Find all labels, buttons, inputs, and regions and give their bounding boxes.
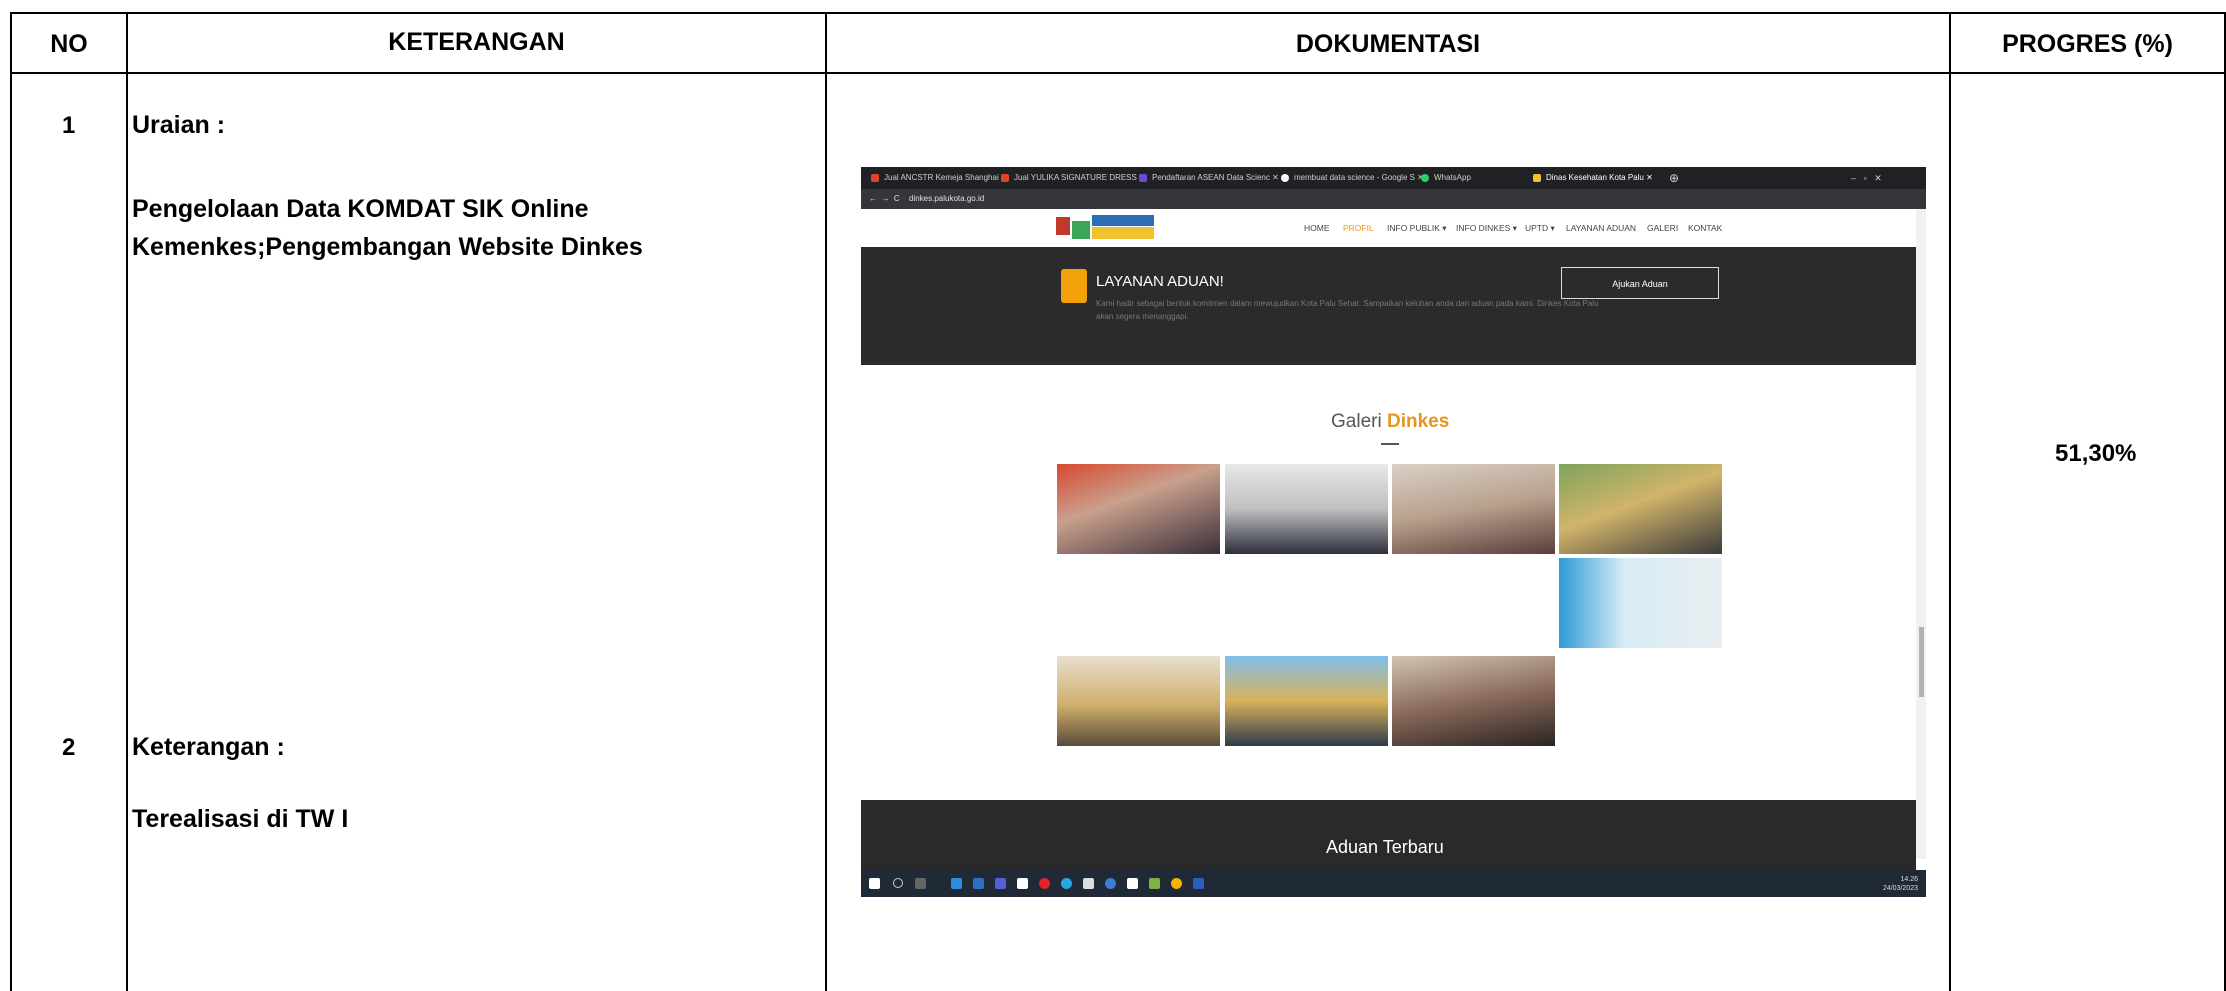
aduan-terbaru-section xyxy=(861,800,1916,872)
header-no: NO xyxy=(50,30,88,58)
header-progres: PROGRES (%) xyxy=(2002,30,2173,58)
nav-galeri[interactable]: GALERI xyxy=(1647,223,1678,233)
window-controls-icon[interactable]: – ▫ ✕ xyxy=(1851,170,1882,186)
nav-info-dinkes[interactable]: INFO DINKES ▾ xyxy=(1456,223,1517,234)
page-scrollbar[interactable] xyxy=(1916,209,1926,859)
nav-arrows-icon[interactable]: ← → C xyxy=(869,192,900,206)
table-border-top xyxy=(10,12,2226,14)
gallery-divider xyxy=(1381,443,1399,445)
binoculars-icon xyxy=(1061,269,1087,303)
gallery-photo[interactable] xyxy=(1392,656,1555,746)
banner-title: LAYANAN ADUAN! xyxy=(1096,273,1224,290)
store-icon[interactable] xyxy=(973,878,984,889)
header-divider xyxy=(10,72,2226,74)
site-navbar: HOME PROFIL INFO PUBLIK ▾ INFO DINKES ▾ … xyxy=(861,209,1926,248)
nav-info-publik[interactable]: INFO PUBLIK ▾ xyxy=(1387,223,1447,234)
browser-tab-bar: Jual ANCSTR Kemeja Shanghai ✕ Jual YULIK… xyxy=(861,167,1926,189)
row-number-1: 1 xyxy=(62,112,76,139)
page-icon xyxy=(1139,173,1147,182)
edge-icon[interactable] xyxy=(951,878,962,889)
whatsapp-icon xyxy=(1421,173,1429,182)
header-keterangan: KETERANGAN xyxy=(388,28,565,56)
progress-value: 51,30% xyxy=(2055,440,2137,467)
opera-icon[interactable] xyxy=(1039,878,1050,889)
calculator-icon[interactable] xyxy=(1083,878,1094,889)
browser-tab-active[interactable]: Dinas Kesehatan Kota Palu ✕ xyxy=(1533,170,1653,186)
bag-icon[interactable] xyxy=(1017,878,1028,889)
dinkes-logo xyxy=(1056,215,1154,239)
gallery-title: Galeri Dinkes xyxy=(1331,411,1450,432)
gallery-photo[interactable] xyxy=(1392,464,1555,554)
browser-tab[interactable]: WhatsApp xyxy=(1421,170,1471,186)
browser-tab[interactable]: Jual ANCSTR Kemeja Shanghai ✕ xyxy=(871,170,1008,186)
site-icon xyxy=(1533,173,1541,182)
address-bar[interactable]: ← → C dinkes.palukota.go.id xyxy=(861,189,1926,209)
word-icon[interactable] xyxy=(1193,878,1204,889)
nav-uptd[interactable]: UPTD ▾ xyxy=(1525,223,1555,234)
telegram-icon[interactable] xyxy=(1061,878,1072,889)
start-icon[interactable] xyxy=(869,878,880,889)
camera-icon[interactable] xyxy=(1127,878,1138,889)
uraian-label: Uraian : xyxy=(132,111,226,139)
gallery-photo[interactable] xyxy=(1559,464,1722,554)
keterangan-label: Keterangan : xyxy=(132,733,285,761)
header-dokumentasi: DOKUMENTASI xyxy=(1295,30,1481,58)
aduan-terbaru-title: Aduan Terbaru xyxy=(1326,837,1444,857)
browser-tab[interactable]: membuat data science - Google S ✕ xyxy=(1281,170,1424,186)
documentation-screenshot: Jual ANCSTR Kemeja Shanghai ✕ Jual YULIK… xyxy=(861,167,1926,897)
new-tab-icon[interactable]: ⊕ xyxy=(1669,170,1679,186)
nav-home[interactable]: HOME xyxy=(1304,223,1330,233)
table-border-left xyxy=(10,12,12,991)
windows-taskbar: 14.26 24/03/2023 xyxy=(861,870,1926,897)
gallery-photo[interactable] xyxy=(1225,464,1388,554)
row-number-2: 2 xyxy=(62,734,76,761)
browser-tab[interactable]: Pendaftaran ASEAN Data Scienc ✕ xyxy=(1139,170,1279,186)
task-view-icon[interactable] xyxy=(915,878,926,889)
search-icon[interactable] xyxy=(893,878,903,888)
taskbar-clock[interactable]: 14.26 24/03/2023 xyxy=(1883,875,1918,893)
gallery-photo[interactable] xyxy=(1559,558,1722,648)
layanan-aduan-banner: LAYANAN ADUAN! Kami hadir sebagai bentuk… xyxy=(861,247,1916,365)
nav-kontak[interactable]: KONTAK xyxy=(1688,223,1722,233)
banner-description: Kami hadir sebagai bentuk komitmen dalam… xyxy=(1096,299,1599,321)
column-divider-2 xyxy=(825,12,827,991)
shop-icon xyxy=(871,173,879,182)
browser-icon[interactable] xyxy=(1105,878,1116,889)
gallery-photo[interactable] xyxy=(1057,464,1220,554)
url-text[interactable]: dinkes.palukota.go.id xyxy=(909,192,984,206)
column-divider-1 xyxy=(126,12,128,991)
column-divider-3 xyxy=(1949,12,1951,991)
uraian-text-line2: Kemenkes;Pengembangan Website Dinkes xyxy=(132,233,643,261)
photos-icon[interactable] xyxy=(1149,878,1160,889)
scrollbar-thumb[interactable] xyxy=(1919,627,1924,697)
ajukan-aduan-button[interactable]: Ajukan Aduan xyxy=(1561,267,1719,299)
nav-profil[interactable]: PROFIL xyxy=(1343,223,1374,233)
uraian-text-line1: Pengelolaan Data KOMDAT SIK Online xyxy=(132,195,589,223)
google-icon xyxy=(1281,173,1289,182)
shop-icon xyxy=(1001,173,1009,182)
gallery-photo[interactable] xyxy=(1225,656,1388,746)
chrome-icon[interactable] xyxy=(1171,878,1182,889)
nav-layanan-aduan[interactable]: LAYANAN ADUAN xyxy=(1566,223,1636,233)
browser-tab[interactable]: Jual YULIKA SIGNATURE DRESS ✕ xyxy=(1001,170,1146,186)
app-icon[interactable] xyxy=(995,878,1006,889)
gallery-photo[interactable] xyxy=(1057,656,1220,746)
keterangan-text: Terealisasi di TW I xyxy=(132,805,349,833)
